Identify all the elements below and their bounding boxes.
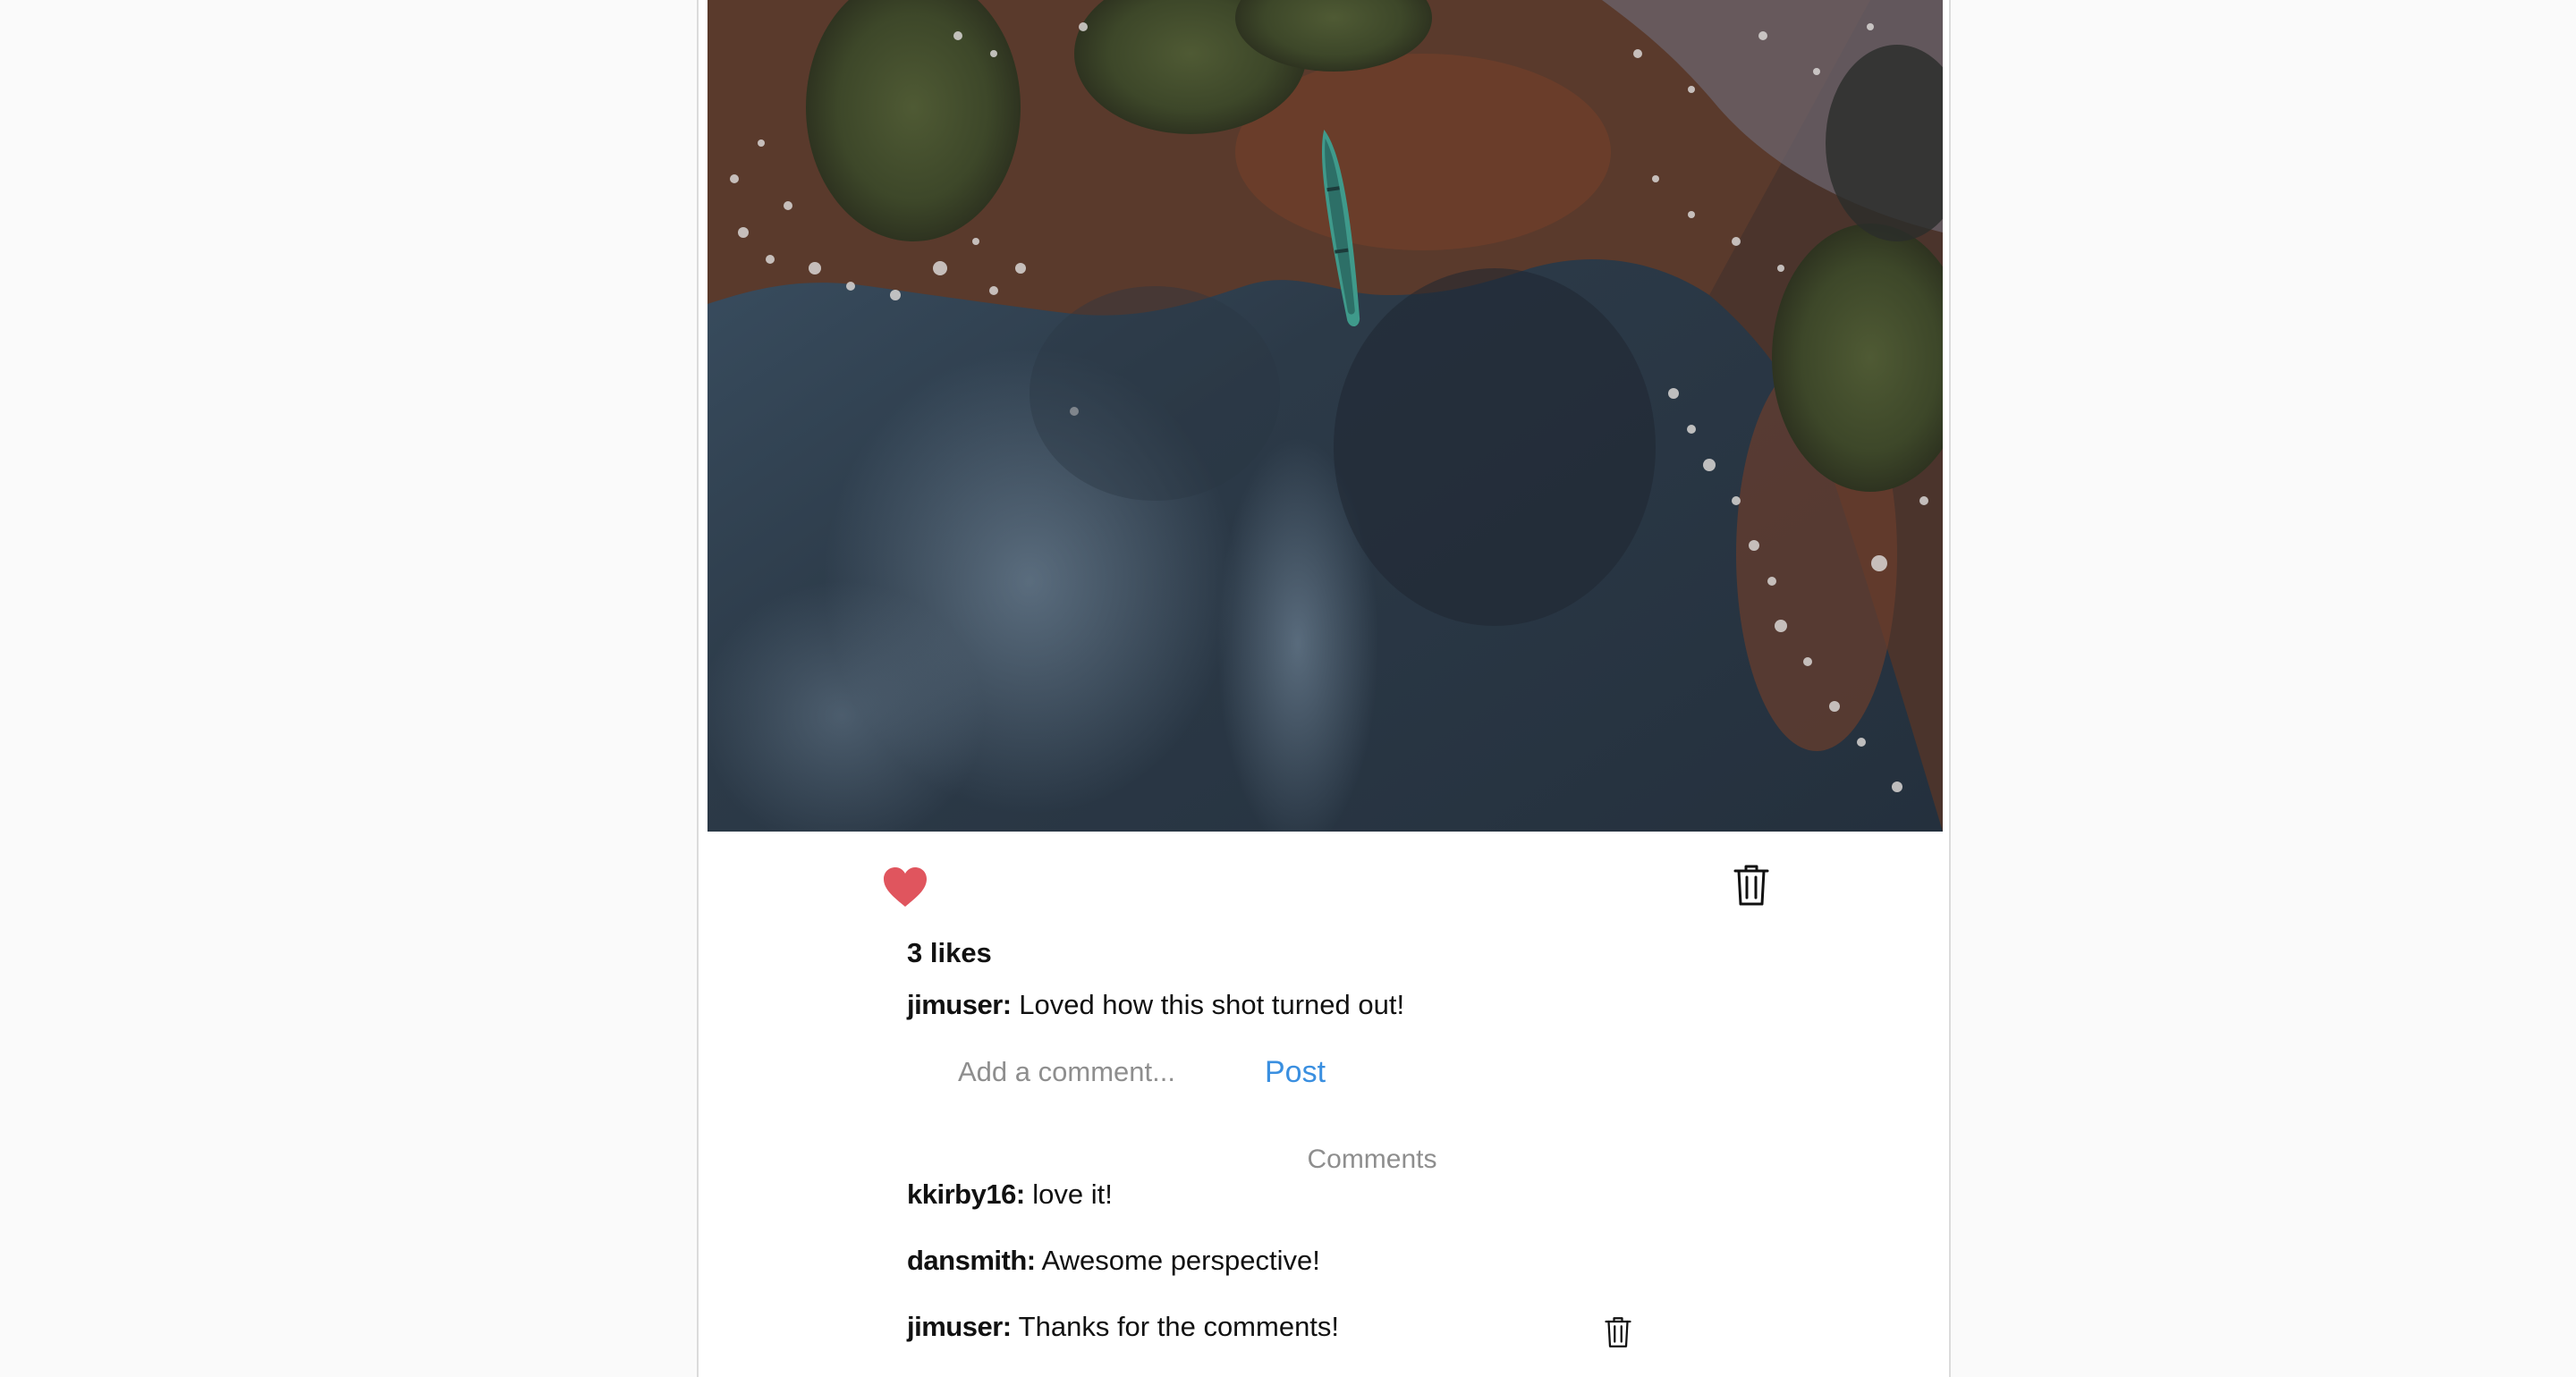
comment-text: Thanks for the comments!	[1018, 1311, 1340, 1342]
comment-form: Post	[958, 1051, 1423, 1095]
delete-post-button[interactable]	[1727, 858, 1775, 912]
comment-username[interactable]: dansmith:	[907, 1245, 1036, 1276]
post-card: 3 likes jimuser: Loved how this shot tur…	[697, 0, 1951, 1377]
comment-username[interactable]: kkirby16:	[907, 1178, 1025, 1210]
like-button[interactable]	[880, 863, 930, 911]
comment-input[interactable]	[958, 1051, 1226, 1094]
caption-username[interactable]: jimuser:	[907, 989, 1012, 1020]
comment-username[interactable]: jimuser:	[907, 1311, 1012, 1342]
post-comment-button[interactable]: Post	[1265, 1051, 1326, 1094]
post-photo	[708, 0, 1943, 832]
comment-item: jimuser: Thanks for the comments!	[907, 1311, 1339, 1343]
comments-heading: Comments	[1307, 1145, 1437, 1174]
comment-item: dansmith: Awesome perspective!	[907, 1245, 1320, 1277]
heart-icon	[884, 867, 927, 907]
comment-item: kkirby16: love it!	[907, 1178, 1113, 1211]
likes-count: 3 likes	[907, 937, 992, 968]
delete-comment-button[interactable]	[1602, 1314, 1634, 1350]
comment-text: Awesome perspective!	[1041, 1245, 1320, 1276]
post-caption: jimuser: Loved how this shot turned out!	[907, 989, 1404, 1021]
caption-text: Loved how this shot turned out!	[1019, 989, 1405, 1020]
trash-icon	[1733, 865, 1769, 906]
comment-text: love it!	[1032, 1178, 1113, 1210]
aerial-lake-canoe-image	[708, 0, 1943, 832]
trash-icon	[1605, 1317, 1631, 1347]
